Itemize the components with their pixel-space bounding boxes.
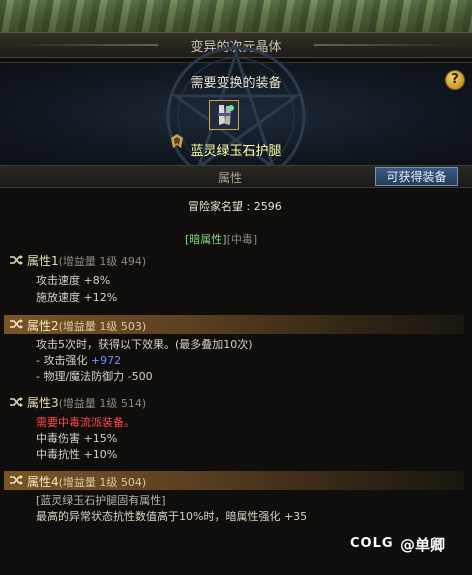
shuffle-icon: [10, 397, 23, 407]
option-3-warning: 需要中毒流派装备。: [36, 416, 135, 429]
option-4-header: 属性4(增益量 1级 504): [27, 473, 146, 490]
option-2-header: 属性2(增益量 1级 503): [27, 317, 146, 334]
fame-row: 冒险家名望 : 2596: [188, 198, 282, 214]
watermark-logo: COLG: [350, 536, 394, 551]
fame-label: 冒险家名望: [188, 200, 243, 213]
header-title: 需要变换的装备: [190, 76, 282, 91]
fame-separator: :: [243, 200, 254, 213]
option-1-line-2: 施放速度 +12%: [36, 291, 118, 304]
item-name: 蓝灵绿玉石护腿: [190, 144, 282, 159]
shuffle-icon: [10, 475, 23, 485]
fame-value: 2596: [253, 200, 282, 213]
shuffle-icon: [10, 319, 23, 329]
option-1-name: 属性1: [27, 254, 59, 268]
attack-boost-value: +972: [90, 354, 122, 367]
option-3-header: 属性3(增益量 1级 514): [27, 394, 146, 411]
option-2-line-1: 攻击5次时，获得以下效果。(最多叠加10次): [36, 338, 253, 351]
question-icon[interactable]: ?: [445, 70, 465, 90]
option-4-name: 属性4: [27, 475, 59, 489]
shuffle-icon: [10, 255, 23, 265]
element-tags: [暗属性][中毒]: [185, 231, 257, 247]
background-scenery: [0, 0, 472, 32]
option-3-line-2: 中毒抗性 +10%: [36, 448, 118, 461]
option-2-sub-2: - 物理/魔法防御力 -500: [36, 370, 153, 383]
title-divider-right: [314, 44, 464, 46]
dark-element-tag: [暗属性]: [185, 233, 227, 246]
obtainable-equipment-button[interactable]: 可获得装备: [375, 167, 458, 186]
attack-boost-label: - 攻击强化: [36, 354, 91, 367]
option-3-line-1: 中毒伤害 +15%: [36, 432, 118, 445]
watermark-handle: @单卿: [400, 536, 446, 554]
option-3-info: (增益量 1级 514): [58, 397, 147, 410]
option-1-line-1: 攻击速度 +8%: [36, 274, 111, 287]
option-4-info: (增益量 1级 504): [58, 476, 147, 489]
option-4-line-2: 最高的异常状态抗性数值高于10%时，暗属性强化 +35: [36, 510, 308, 523]
option-2-sub-1: - 攻击强化 +972: [36, 352, 121, 368]
greaves-icon[interactable]: [209, 100, 239, 130]
option-2-name: 属性2: [27, 319, 59, 333]
poison-tag: [中毒]: [226, 233, 258, 246]
option-1-header: 属性1(增益量 1级 494): [27, 252, 146, 269]
attribute-section-bar: 属性 可获得装备: [0, 165, 472, 188]
option-3-name: 属性3: [27, 396, 59, 410]
option-2-info: (增益量 1级 503): [58, 320, 147, 333]
option-1-info: (增益量 1级 494): [58, 255, 147, 268]
equipment-header: 需要变换的装备 ? 蓝灵绿玉石护腿: [0, 46, 472, 186]
fame-icon: [171, 134, 183, 148]
option-4-line-1: [蓝灵绿玉石护腿固有属性]: [36, 494, 166, 507]
